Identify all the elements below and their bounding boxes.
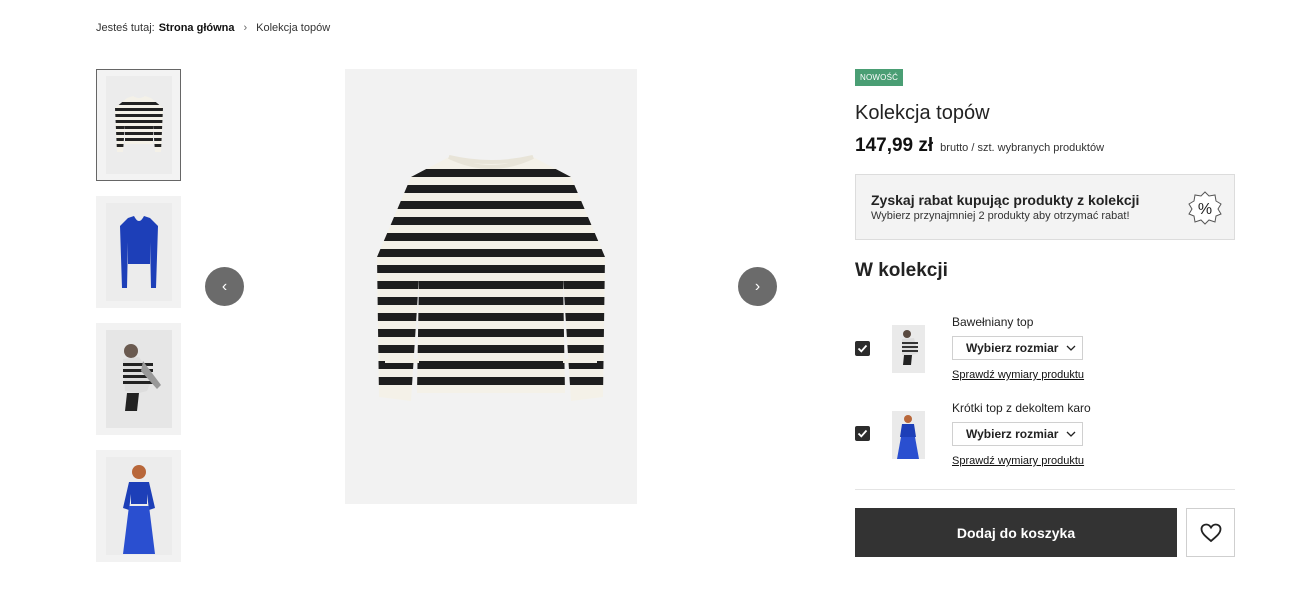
size-select-label: Wybierz rozmiar [966,427,1059,441]
next-image-button[interactable]: › [738,267,777,306]
price-row: 147,99 zł brutto / szt. wybranych produk… [855,135,1104,157]
item-checkbox[interactable] [855,341,870,356]
promo-subtext: Wybierz przynajmniej 2 produkty aby otrz… [871,210,1130,222]
checkmark-icon [857,344,868,353]
item-name: Bawełniany top [952,315,1034,329]
size-select-label: Wybierz rozmiar [966,341,1059,355]
breadcrumb-current: Kolekcja topów [256,22,331,34]
percent-icon-text: % [1198,201,1212,218]
chevron-down-icon [1067,345,1076,351]
product-price: 147,99 zł [855,135,934,156]
checkmark-icon [857,429,868,438]
breadcrumb-separator: › [243,22,248,34]
item-name: Krótki top z dekoltem karo [952,401,1091,415]
size-guide-link[interactable]: Sprawdź wymiary produktu [952,455,1084,467]
discount-promo-box: Zyskaj rabat kupując produkty z kolekcji… [855,174,1235,240]
chevron-right-icon: › [754,277,761,295]
collection-item: Bawełniany top Wybierz rozmiar Sprawdź w… [855,315,1235,387]
breadcrumb-home-link[interactable]: Strona główna [159,22,235,34]
breadcrumb: Jesteś tutaj: Strona główna › Kolekcja t… [96,22,330,34]
collection-title: W kolekcji [855,260,948,281]
model-blue-image [105,457,172,555]
striped-sweater-image [105,76,172,174]
breadcrumb-prefix: Jesteś tutaj: [96,22,155,34]
chevron-down-icon [1067,431,1076,437]
collection-item: Krótki top z dekoltem karo Wybierz rozmi… [855,401,1235,473]
item-thumbnail [892,411,925,459]
price-note: brutto / szt. wybranych produktów [940,142,1105,154]
prev-image-button[interactable]: ‹ [205,267,244,306]
main-product-image [345,69,637,504]
size-select[interactable]: Wybierz rozmiar [952,336,1083,360]
item-checkbox[interactable] [855,426,870,441]
product-title: Kolekcja topów [855,102,990,124]
add-to-cart-button[interactable]: Dodaj do koszyka [855,508,1177,557]
size-guide-link[interactable]: Sprawdź wymiary produktu [952,369,1084,381]
divider [855,489,1235,490]
chevron-left-icon: ‹ [221,277,228,295]
percent-badge-icon: % [1188,191,1222,225]
heart-icon [1200,523,1221,542]
size-select[interactable]: Wybierz rozmiar [952,422,1083,446]
blue-top-image [105,203,172,301]
new-badge: NOWOŚĆ [855,69,904,86]
item-thumbnail [892,325,925,373]
thumbnail-blue-top[interactable] [96,196,181,308]
promo-heading: Zyskaj rabat kupując produkty z kolekcji [871,192,1140,208]
thumbnail-model-striped[interactable] [96,323,181,435]
thumbnail-model-blue[interactable] [96,450,181,562]
model-striped-image [105,330,172,428]
wishlist-button[interactable] [1186,508,1235,557]
thumbnail-striped-sweater[interactable] [96,69,181,181]
